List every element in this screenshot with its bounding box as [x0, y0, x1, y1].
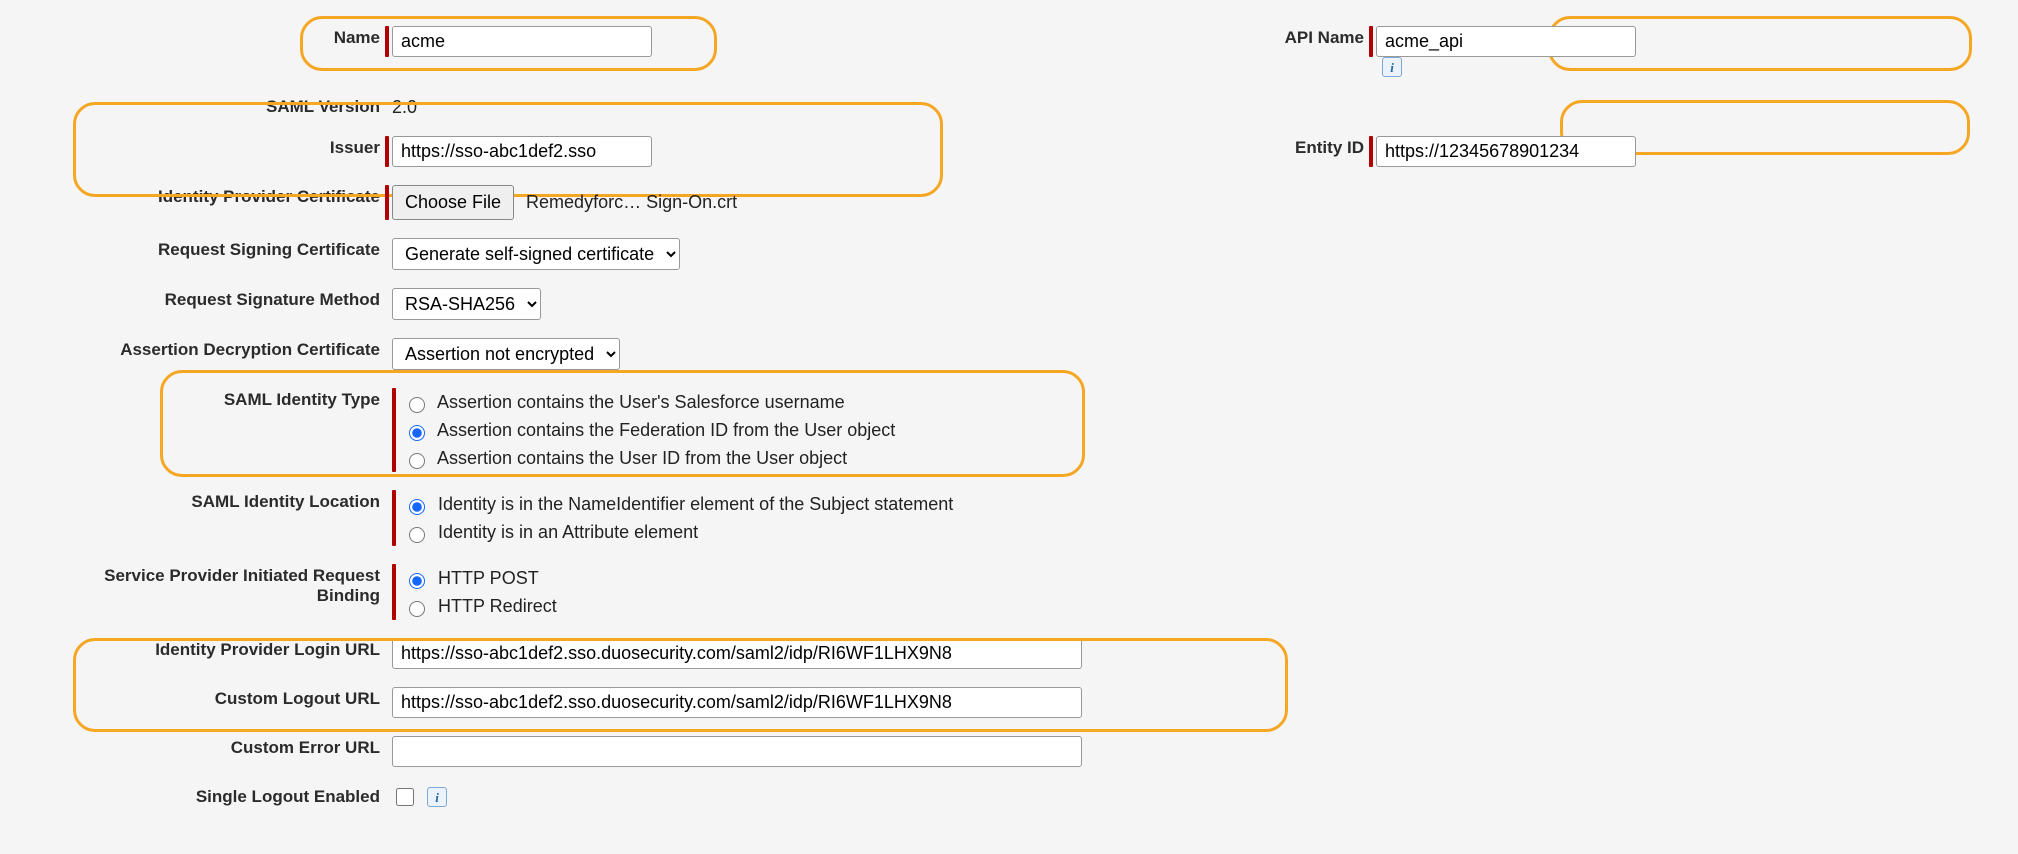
saml-id-loc-option-1[interactable]: Identity is in an Attribute element: [404, 518, 953, 546]
label-req-sign-cert: Request Signing Certificate: [40, 232, 380, 260]
label-custom-logout-url: Custom Logout URL: [40, 681, 380, 709]
saml-id-type-label-0: Assertion contains the User's Salesforce…: [437, 392, 845, 412]
label-issuer: Issuer: [40, 130, 380, 158]
saml-id-type-option-1[interactable]: Assertion contains the Federation ID fro…: [404, 416, 895, 444]
sp-init-binding-label-1: HTTP Redirect: [438, 596, 557, 616]
label-api-name: API Name: [1104, 20, 1364, 48]
custom-error-url-input[interactable]: [392, 736, 1082, 767]
saml-id-loc-radio-0[interactable]: [409, 499, 425, 515]
sp-init-binding-radio-0[interactable]: [409, 573, 425, 589]
label-saml-id-type: SAML Identity Type: [40, 382, 380, 410]
saml-id-type-option-0[interactable]: Assertion contains the User's Salesforce…: [404, 388, 895, 416]
choose-file-button[interactable]: Choose File: [392, 185, 514, 220]
saml-id-type-radio-2[interactable]: [409, 453, 425, 469]
info-icon[interactable]: i: [1382, 57, 1402, 77]
sp-init-binding-option-1[interactable]: HTTP Redirect: [404, 592, 557, 620]
sso-settings-form: Name API Name i SAML Version 2.0 Issuer …: [0, 0, 2018, 829]
idp-login-url-input[interactable]: [392, 638, 1082, 669]
saml-id-type-label-1: Assertion contains the Federation ID fro…: [437, 420, 895, 440]
saml-id-loc-label-1: Identity is in an Attribute element: [438, 522, 698, 542]
saml-version-value: 2.0: [392, 95, 417, 118]
request-signature-method-select[interactable]: RSA-SHA256: [392, 288, 541, 320]
saml-id-type-radio-1[interactable]: [409, 425, 425, 441]
sp-init-binding-group: HTTP POST HTTP Redirect: [404, 564, 557, 620]
label-entity-id: Entity ID: [1104, 130, 1364, 158]
sp-init-binding-radio-1[interactable]: [409, 601, 425, 617]
label-saml-version: SAML Version: [40, 89, 380, 117]
sp-init-binding-label-0: HTTP POST: [438, 568, 539, 588]
api-name-input[interactable]: [1376, 26, 1636, 57]
saml-id-type-label-2: Assertion contains the User ID from the …: [437, 448, 847, 468]
single-logout-enabled-checkbox[interactable]: [396, 788, 414, 806]
sp-init-binding-option-0[interactable]: HTTP POST: [404, 564, 557, 592]
issuer-input[interactable]: [392, 136, 652, 167]
label-idp-cert: Identity Provider Certificate: [40, 179, 380, 207]
name-input[interactable]: [392, 26, 652, 57]
label-assert-decrypt-cert: Assertion Decryption Certificate: [40, 332, 380, 360]
label-idp-login-url: Identity Provider Login URL: [40, 632, 380, 660]
saml-identity-type-group: Assertion contains the User's Salesforce…: [404, 388, 895, 472]
saml-id-loc-label-0: Identity is in the NameIdentifier elemen…: [438, 494, 953, 514]
label-name: Name: [40, 20, 380, 48]
saml-id-loc-option-0[interactable]: Identity is in the NameIdentifier elemen…: [404, 490, 953, 518]
label-req-sig-method: Request Signature Method: [40, 282, 380, 310]
request-signing-cert-select[interactable]: Generate self-signed certificate: [392, 238, 680, 270]
assertion-decryption-cert-select[interactable]: Assertion not encrypted: [392, 338, 620, 370]
custom-logout-url-input[interactable]: [392, 687, 1082, 718]
label-custom-error-url: Custom Error URL: [40, 730, 380, 758]
entity-id-input[interactable]: [1376, 136, 1636, 167]
label-single-logout-enabled: Single Logout Enabled: [40, 779, 380, 807]
saml-id-type-option-2[interactable]: Assertion contains the User ID from the …: [404, 444, 895, 472]
label-sp-init-binding: Service Provider Initiated Request Bindi…: [40, 558, 380, 606]
label-saml-id-loc: SAML Identity Location: [40, 484, 380, 512]
saml-id-loc-radio-1[interactable]: [409, 527, 425, 543]
info-icon[interactable]: i: [427, 787, 447, 807]
saml-id-type-radio-0[interactable]: [409, 397, 425, 413]
saml-identity-location-group: Identity is in the NameIdentifier elemen…: [404, 490, 953, 546]
idp-cert-filename: Remedyforc… Sign-On.crt: [526, 192, 737, 213]
